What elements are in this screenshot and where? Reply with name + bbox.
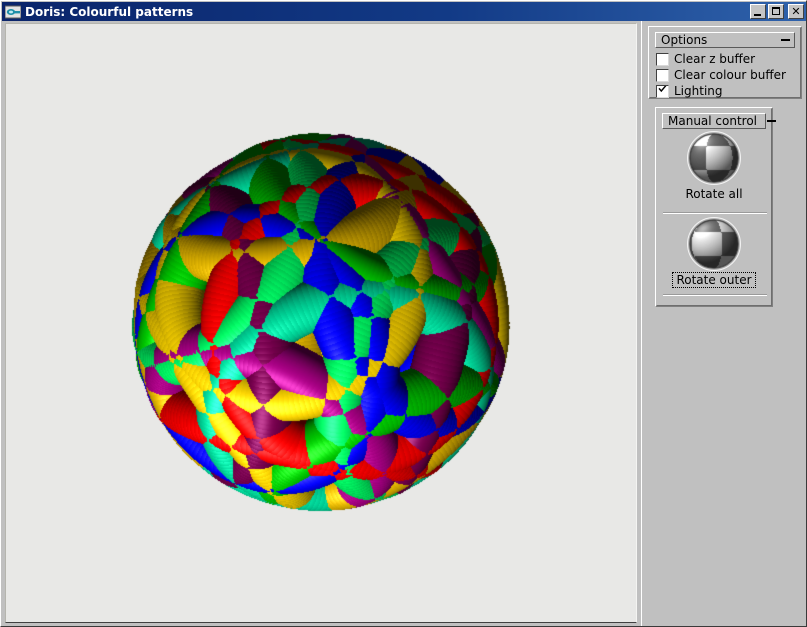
- checkbox-clear-z-buffer-box[interactable]: [656, 53, 669, 66]
- options-group-header[interactable]: Options: [655, 32, 795, 48]
- app-icon: [4, 5, 22, 19]
- rotate-outer-sphere-icon[interactable]: [688, 218, 740, 270]
- render-viewport[interactable]: [5, 23, 637, 623]
- checkmark-icon: [658, 84, 667, 93]
- checkbox-lighting[interactable]: Lighting: [656, 84, 723, 99]
- side-panel: Options Clear z buffer Clear colour buff…: [641, 21, 806, 626]
- window-title: Doris: Colourful patterns: [25, 4, 194, 19]
- rotate-all-control[interactable]: Rotate all: [656, 132, 772, 201]
- checkbox-clear-colour-buffer-label: Clear colour buffer: [674, 68, 786, 82]
- rotate-all-label: Rotate all: [685, 187, 743, 201]
- checkbox-clear-colour-buffer-box[interactable]: [656, 69, 669, 82]
- minimize-icon: [754, 14, 761, 16]
- divider: [663, 212, 767, 214]
- title-bar[interactable]: Doris: Colourful patterns ✕: [2, 2, 806, 21]
- maximize-button[interactable]: [768, 4, 784, 19]
- rotate-outer-label: Rotate outer: [672, 272, 756, 288]
- collapse-icon[interactable]: [767, 120, 777, 122]
- manual-control-group: Manual control Rotate all Rotate outer: [655, 107, 777, 307]
- options-group-title: Options: [661, 33, 708, 47]
- minimize-button[interactable]: [750, 4, 766, 19]
- checkbox-lighting-box[interactable]: [656, 84, 669, 98]
- checkbox-clear-z-buffer[interactable]: Clear z buffer: [656, 52, 755, 67]
- rotate-all-sphere-icon[interactable]: [688, 132, 740, 184]
- manual-control-group-title: Manual control: [668, 114, 758, 128]
- application-window: Doris: Colourful patterns ✕ Options Clea…: [0, 0, 807, 627]
- close-button[interactable]: ✕: [788, 4, 804, 19]
- client-area: Options Clear z buffer Clear colour buff…: [2, 21, 806, 626]
- divider: [663, 294, 767, 296]
- maximize-icon: [772, 7, 780, 15]
- rotate-outer-control[interactable]: Rotate outer: [656, 218, 772, 288]
- collapse-icon[interactable]: [781, 39, 790, 41]
- window-controls: ✕: [750, 4, 804, 19]
- checkbox-lighting-label: Lighting: [674, 84, 723, 98]
- close-icon: ✕: [791, 5, 801, 18]
- options-group: Options Clear z buffer Clear colour buff…: [648, 26, 802, 99]
- manual-control-group-header[interactable]: Manual control: [662, 113, 777, 129]
- checkbox-clear-z-buffer-label: Clear z buffer: [674, 52, 756, 66]
- checkbox-clear-colour-buffer[interactable]: Clear colour buffer: [656, 68, 786, 83]
- 3d-render-canvas[interactable]: [6, 24, 636, 622]
